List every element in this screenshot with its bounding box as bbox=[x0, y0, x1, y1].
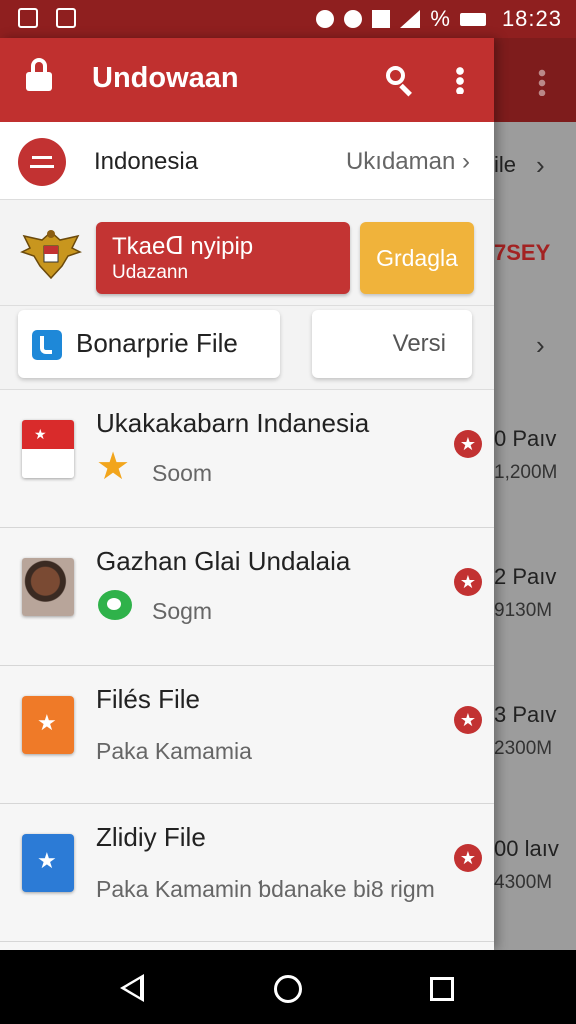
list-item[interactable]: Filés File Paka Kamamia ★ bbox=[0, 666, 494, 804]
list-item[interactable]: Gazhan Glai Undalaia Sogm ★ bbox=[0, 528, 494, 666]
home-icon[interactable] bbox=[274, 975, 302, 1003]
signal-icon bbox=[372, 10, 391, 28]
recent-apps-icon[interactable] bbox=[430, 977, 454, 1001]
country-name: Indonesia bbox=[94, 148, 199, 175]
item-subtitle: Paka Kamamin ƅdanake bi8 rigm bbox=[96, 876, 435, 902]
battery-icon bbox=[459, 12, 486, 26]
photo-thumbnail bbox=[22, 558, 74, 616]
background-row-value: 00 laıv bbox=[494, 836, 559, 861]
search-icon[interactable] bbox=[386, 66, 414, 97]
country-action[interactable]: Ukıdaman › bbox=[346, 148, 470, 176]
background-chevron-icon: › bbox=[536, 330, 545, 360]
background-sey-label: 7SEY bbox=[494, 240, 551, 265]
location-icon bbox=[56, 8, 76, 28]
background-row-size: 4300M bbox=[494, 872, 553, 893]
file-list: Ukakakabarn Indanesia ★ Soom ★ Gazhan Gl… bbox=[0, 390, 494, 942]
garuda-emblem-icon bbox=[20, 230, 82, 280]
primary-action-title: Tkaeᗡ nyipip bbox=[112, 233, 254, 260]
country-selector[interactable]: Indonesia Ukıdaman › bbox=[0, 122, 494, 200]
background-row-value: 2 Paıv bbox=[494, 564, 557, 589]
card-row: Bonarprie File Versi bbox=[0, 306, 494, 390]
download-icon bbox=[18, 138, 66, 186]
country-action-label: Ukıdaman bbox=[345, 148, 456, 175]
list-item[interactable]: Zlidiy File Paka Kamamin ƅdanake bi8 rig… bbox=[0, 804, 494, 942]
item-title: Filés File bbox=[96, 684, 201, 714]
system-nav-bar bbox=[0, 950, 576, 1024]
background-app-bar bbox=[494, 38, 576, 122]
favorite-icon[interactable]: ★ bbox=[454, 706, 482, 734]
primary-action-subtitle: Udazann bbox=[112, 262, 189, 283]
action-row: Tkaeᗡ nyipip Udazann Grdagla bbox=[0, 200, 494, 306]
version-card-button[interactable]: Versi bbox=[312, 310, 472, 378]
orange-file-icon bbox=[22, 696, 74, 754]
secondary-action-button[interactable]: Grdagla bbox=[360, 222, 474, 294]
primary-action-button[interactable]: Tkaeᗡ nyipip Udazann bbox=[96, 222, 350, 294]
status-bar: % 18:23 bbox=[0, 0, 576, 38]
item-title: Gazhan Glai Undalaia bbox=[96, 546, 351, 576]
file-card-label: Bonarprie File bbox=[76, 328, 238, 358]
navigation-drawer: Undowaan Indonesia Ukıdaman › Tkaeᗡ nyip… bbox=[0, 38, 494, 950]
more-options-icon[interactable] bbox=[456, 66, 464, 94]
app-title: Undowaan bbox=[92, 62, 239, 94]
clock: 18:23 bbox=[501, 6, 562, 31]
favorite-icon[interactable]: ★ bbox=[454, 568, 482, 596]
blue-file-icon bbox=[22, 834, 74, 892]
background-file-label: ile bbox=[494, 152, 517, 177]
background-row-value: 3 Paıv bbox=[494, 702, 557, 727]
item-title: Zlidiy File bbox=[96, 822, 206, 852]
flag-icon bbox=[22, 420, 74, 478]
favorite-icon[interactable]: ★ bbox=[454, 430, 482, 458]
app-bar: Undowaan bbox=[0, 38, 494, 122]
background-row-value: 0 Paıv bbox=[494, 426, 557, 451]
background-row-size: 1,200M bbox=[494, 462, 558, 483]
wifi-icon bbox=[400, 10, 421, 28]
file-card-button[interactable]: Bonarprie File bbox=[18, 310, 280, 378]
item-subtitle: Paka Kamamia bbox=[96, 738, 252, 764]
settings-icon bbox=[316, 10, 335, 28]
background-row-size: 9130M bbox=[494, 600, 553, 621]
list-item[interactable]: Ukakakabarn Indanesia ★ Soom ★ bbox=[0, 390, 494, 528]
notification-icon bbox=[18, 8, 38, 28]
item-subtitle: Sogm bbox=[152, 598, 213, 624]
favorite-icon[interactable]: ★ bbox=[454, 844, 482, 872]
alarm-icon bbox=[344, 10, 363, 28]
battery-percent: % bbox=[430, 6, 450, 31]
phone-icon bbox=[32, 330, 62, 360]
item-title: Ukakakabarn Indanesia bbox=[96, 408, 370, 438]
background-row-size: 2300M bbox=[494, 738, 553, 759]
background-more-icon bbox=[538, 68, 546, 96]
chevron-right-icon: › bbox=[462, 148, 470, 175]
star-icon: ★ bbox=[96, 446, 131, 488]
back-icon[interactable] bbox=[120, 974, 144, 1002]
green-chat-icon bbox=[98, 590, 132, 620]
item-subtitle: Soom bbox=[152, 460, 213, 486]
lock-icon[interactable] bbox=[26, 58, 52, 91]
version-card-label: Versi bbox=[392, 330, 446, 357]
background-chevron-icon: › bbox=[536, 150, 545, 180]
